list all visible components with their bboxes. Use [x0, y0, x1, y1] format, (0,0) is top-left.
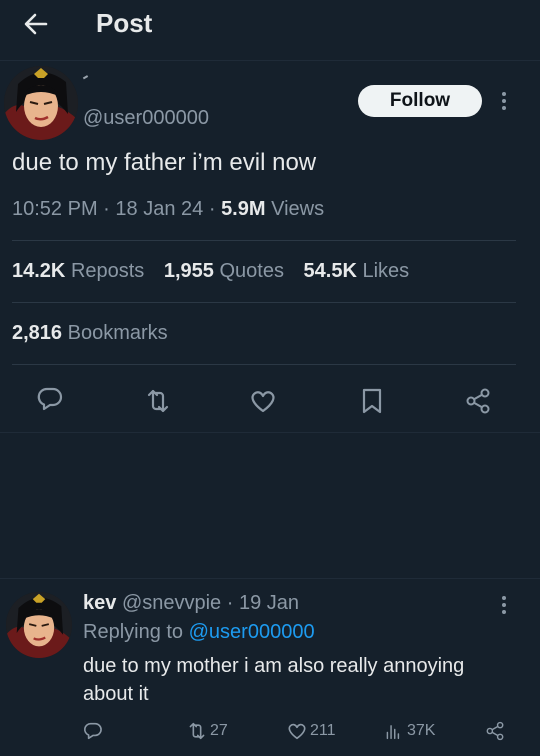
reply-icon[interactable]	[35, 384, 65, 414]
reply-author-name[interactable]: kev	[83, 592, 116, 614]
like-icon	[288, 723, 306, 740]
post-page: Post @user000000 Follow due to my father…	[0, 0, 540, 756]
reply-author-handle[interactable]: @snevvpie	[122, 592, 221, 614]
repost-icon	[189, 722, 205, 740]
reply-repost-button[interactable]: 27	[186, 718, 228, 744]
reply-share-button[interactable]	[484, 718, 506, 744]
likes-count: 54.5K	[303, 260, 357, 282]
divider	[12, 240, 516, 241]
views-label: Views	[271, 198, 325, 220]
page-title: Post	[96, 8, 153, 38]
post-meta: 10:52 PM · 18 Jan 24 · 5.9M Views	[12, 198, 324, 221]
replying-to-mention[interactable]: @user000000	[189, 621, 315, 643]
bookmarks-stat[interactable]: 2,816 Bookmarks	[12, 322, 168, 345]
bookmarks-count: 2,816	[12, 322, 63, 344]
engagement-stats: 14.2K Reposts 1,955 Quotes 54.5K Likes	[12, 260, 423, 283]
reply-top-divider	[0, 578, 540, 579]
likes-stat[interactable]: 54.5K Likes	[304, 260, 410, 283]
reply-separator: ·	[226, 592, 234, 614]
reply-header: kev @snevvpie · 19 Jan	[83, 592, 299, 615]
author-handle[interactable]: @user000000	[83, 107, 209, 130]
reply-more-options-icon[interactable]	[499, 596, 509, 620]
reposts-count: 14.2K	[12, 260, 66, 282]
bookmark-icon[interactable]	[357, 386, 387, 416]
reply-repost-count: 27	[210, 722, 228, 739]
post-bottom-divider	[0, 432, 540, 433]
quotes-stat[interactable]: 1,955 Quotes	[164, 260, 284, 283]
reply-views-count: 37K	[407, 722, 436, 739]
header-divider	[0, 60, 540, 61]
replying-to: Replying to @user000000	[83, 621, 315, 644]
reposts-label: Reposts	[70, 260, 145, 282]
reply-text: due to my mother i am also really annoyi…	[83, 655, 465, 705]
quotes-label: Quotes	[219, 260, 284, 282]
share-icon	[486, 721, 504, 741]
reply-author-avatar[interactable]	[6, 592, 72, 658]
quotes-count: 1,955	[163, 260, 214, 282]
more-options-icon[interactable]	[499, 92, 509, 116]
bookmarks-label: Bookmarks	[67, 322, 168, 344]
meta-separator: ·	[103, 198, 110, 220]
post-text: due to my father i’m evil now	[12, 149, 317, 176]
reply-date[interactable]: 19 Jan	[239, 592, 299, 614]
post-date[interactable]: 18 Jan 24	[115, 198, 203, 220]
name-mark	[82, 75, 91, 83]
reply-like-count: 211	[310, 722, 336, 739]
divider	[12, 364, 516, 365]
top-bar: Post	[0, 0, 540, 50]
back-arrow-icon[interactable]	[20, 8, 52, 40]
share-icon[interactable]	[463, 386, 493, 416]
reply-icon	[83, 722, 102, 740]
reply-reply-button[interactable]	[82, 718, 104, 744]
replying-to-label: Replying to	[83, 621, 184, 643]
reposts-stat[interactable]: 14.2K Reposts	[12, 260, 144, 283]
post-time[interactable]: 10:52 PM	[12, 198, 98, 220]
author-avatar[interactable]	[4, 66, 78, 140]
like-icon[interactable]	[248, 386, 278, 416]
views-count: 5.9M	[221, 198, 266, 220]
divider	[12, 302, 516, 303]
views-chart-icon	[386, 725, 400, 740]
reply-views-button[interactable]: 37K	[383, 718, 435, 744]
meta-separator: ·	[208, 198, 216, 220]
likes-label: Likes	[362, 260, 410, 282]
reply-like-button[interactable]: 211	[286, 718, 336, 744]
repost-icon[interactable]	[143, 386, 173, 416]
follow-button[interactable]: Follow	[358, 85, 482, 117]
